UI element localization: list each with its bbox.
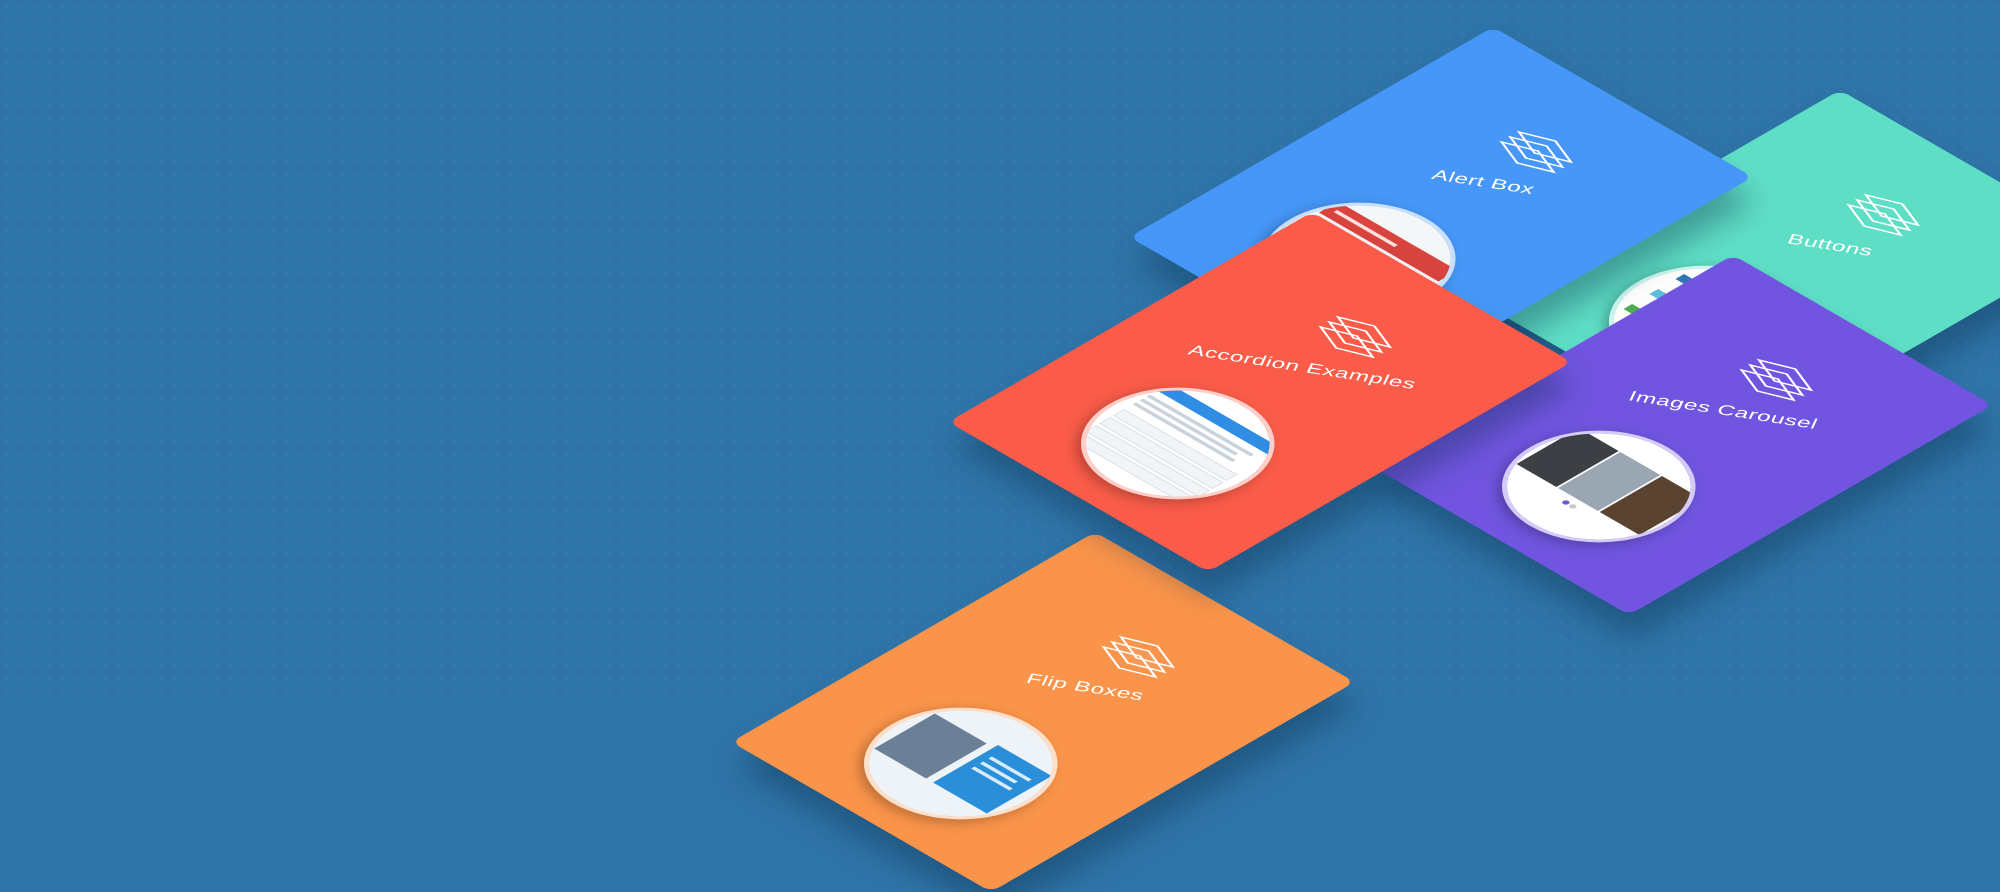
- card-preview-image: [1461, 407, 1736, 566]
- card-preview-image: [823, 684, 1098, 843]
- card-preview-image: [1040, 364, 1315, 523]
